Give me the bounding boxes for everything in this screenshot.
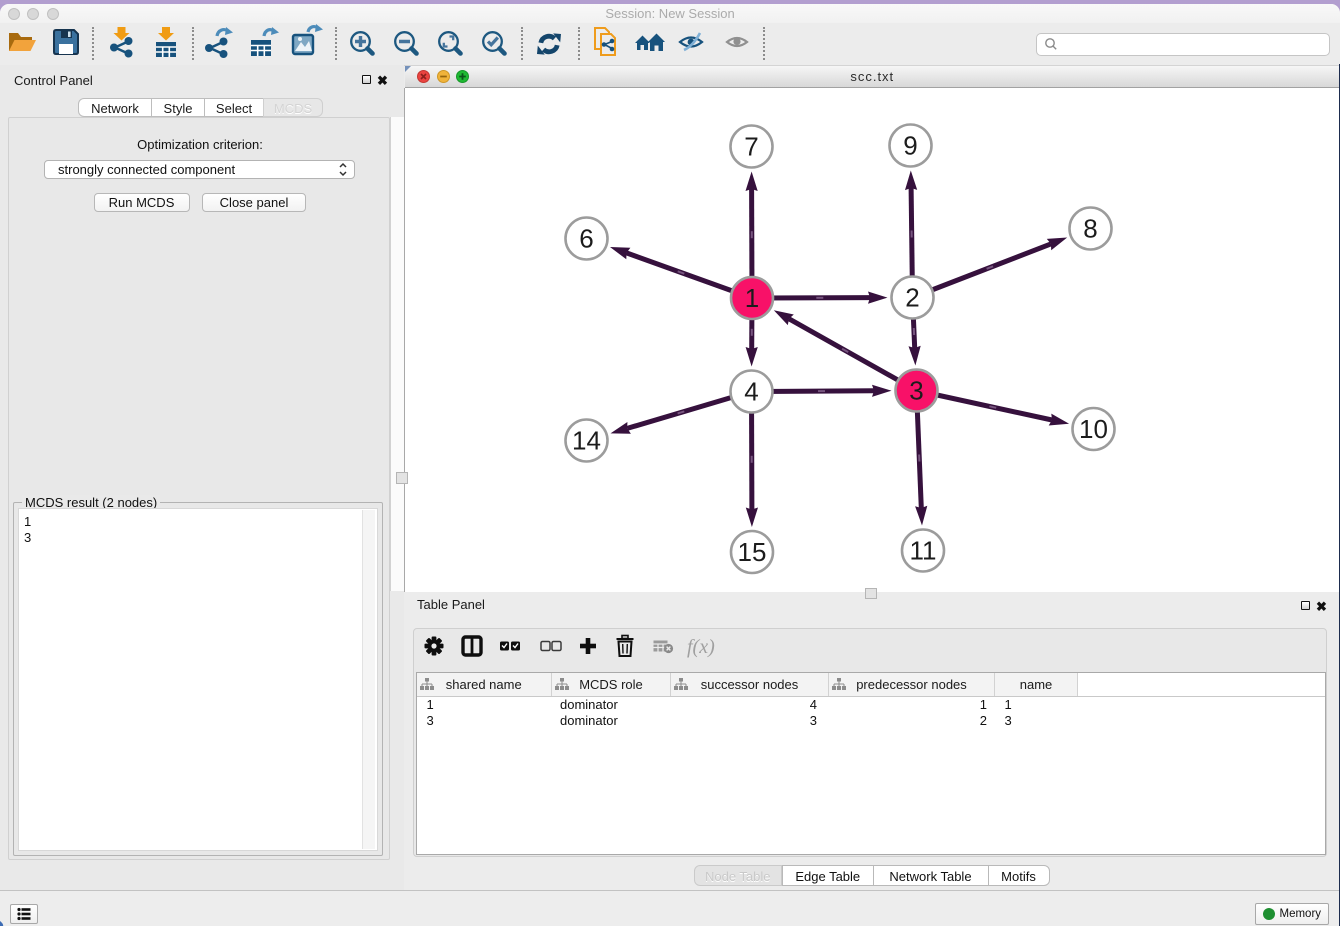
svg-text:11: 11 (909, 535, 936, 565)
svg-text:1: 1 (744, 283, 758, 313)
svg-text:15: 15 (737, 537, 766, 567)
svg-text:3: 3 (909, 375, 923, 405)
svg-text:f(x): f(x) (687, 636, 715, 658)
svg-text:4: 4 (744, 376, 758, 406)
svg-text:14: 14 (572, 425, 601, 455)
svg-text:6: 6 (579, 223, 593, 253)
svg-text:2: 2 (905, 282, 919, 312)
svg-text:10: 10 (1079, 414, 1108, 444)
svg-text:7: 7 (744, 131, 758, 161)
svg-text:9: 9 (903, 130, 917, 160)
svg-text:8: 8 (1083, 213, 1097, 243)
